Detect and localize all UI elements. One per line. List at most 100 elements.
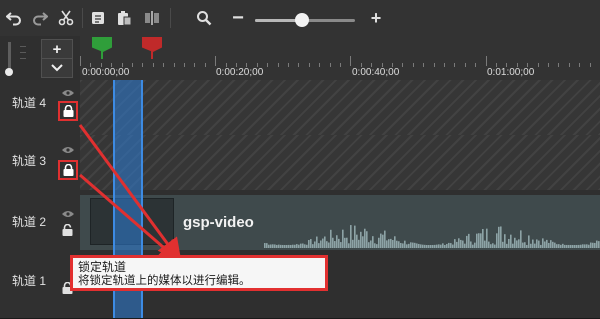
ruler-label: 0:01:00;00 xyxy=(487,67,535,78)
waveform-bar xyxy=(376,244,378,248)
waveform-bar xyxy=(520,230,522,248)
lock-icon xyxy=(63,164,74,176)
volume-slider[interactable] xyxy=(8,42,11,70)
waveform-bar xyxy=(320,240,322,248)
track-header-2[interactable]: 轨道 2 xyxy=(0,190,81,251)
waveform-bar xyxy=(546,239,548,248)
ruler-tick xyxy=(308,63,310,67)
cut-button[interactable] xyxy=(54,6,78,30)
waveform-bar xyxy=(556,244,558,248)
add-track-button[interactable]: + xyxy=(41,39,73,59)
ruler-tick xyxy=(319,63,321,67)
waveform-bar xyxy=(562,243,564,248)
track-header-3[interactable]: 轨道 3 xyxy=(0,135,81,191)
ruler-tick xyxy=(340,63,341,67)
scale-tick xyxy=(20,52,26,53)
ruler-tick xyxy=(412,63,414,67)
waveform-bar xyxy=(468,233,470,248)
ruler-tick xyxy=(142,63,144,67)
waveform-bar xyxy=(306,244,308,248)
eye-icon[interactable] xyxy=(62,146,74,154)
waveform-bar xyxy=(428,244,430,248)
waveform-bar xyxy=(484,240,486,248)
waveform-bar xyxy=(596,240,598,248)
track-header-4[interactable]: 轨道 4 xyxy=(0,80,81,136)
waveform-bar xyxy=(434,244,436,248)
ruler-tick xyxy=(579,63,581,67)
lock-track-button[interactable] xyxy=(58,160,78,180)
waveform-bar xyxy=(454,239,456,248)
zoom-out-button[interactable]: − xyxy=(226,6,250,30)
waveform-bar xyxy=(282,244,284,248)
ruler-tick xyxy=(558,63,560,67)
waveform-bar xyxy=(382,234,384,248)
waveform-bar xyxy=(400,242,402,248)
zoom-slider-thumb[interactable] xyxy=(295,13,309,27)
track-lane-4[interactable] xyxy=(80,80,600,136)
waveform-bar xyxy=(578,244,580,248)
track-name: 轨道 3 xyxy=(12,154,47,168)
waveform-bar xyxy=(542,238,544,248)
waveform-bar xyxy=(442,243,444,248)
ruler-tick xyxy=(204,63,206,67)
waveform-bar xyxy=(266,243,268,248)
ruler-tick xyxy=(173,63,175,67)
waveform-bar xyxy=(506,243,508,248)
waveform-bar xyxy=(444,244,446,248)
waveform-bar xyxy=(480,233,482,248)
waveform-bar xyxy=(590,242,592,248)
waveform-bar xyxy=(410,242,412,248)
waveform-bar xyxy=(416,243,418,248)
waveform-bar xyxy=(464,243,466,248)
waveform-bar xyxy=(510,234,512,248)
split-button[interactable] xyxy=(140,6,164,30)
waveform-bar xyxy=(544,241,546,248)
eye-icon[interactable] xyxy=(62,89,74,97)
waveform-bar xyxy=(300,243,302,248)
waveform-bar xyxy=(312,244,314,248)
waveform-bar xyxy=(350,225,352,248)
zoom-icon xyxy=(197,11,212,26)
ruler-tick xyxy=(568,63,570,67)
waveform-bar xyxy=(386,240,388,248)
undo-button[interactable] xyxy=(2,6,26,30)
volume-slider-thumb[interactable] xyxy=(5,68,13,76)
ruler-tick xyxy=(163,63,165,67)
lock-track-tooltip: 锁定轨道 将锁定轨道上的媒体以进行编辑。 xyxy=(70,255,328,291)
collapse-button[interactable] xyxy=(41,58,73,78)
waveform-bar xyxy=(502,241,504,248)
lock-track-button[interactable] xyxy=(58,101,78,121)
waveform-bar xyxy=(288,244,290,248)
eye-icon[interactable] xyxy=(62,210,74,218)
zoom-button[interactable] xyxy=(192,6,216,30)
copy-button[interactable] xyxy=(86,6,110,30)
split-icon xyxy=(145,11,159,25)
track-lane-3[interactable] xyxy=(80,135,600,191)
waveform-bar xyxy=(332,237,334,248)
waveform-bar xyxy=(394,236,396,248)
waveform-bar xyxy=(352,239,354,248)
track-name: 轨道 4 xyxy=(12,96,47,110)
waveform-bar xyxy=(420,244,422,248)
waveform-bar xyxy=(408,243,410,248)
waveform-bar xyxy=(398,241,400,248)
waveform-bar xyxy=(286,244,288,248)
waveform-bar xyxy=(268,244,270,248)
track-header-1[interactable]: 轨道 1 xyxy=(0,250,81,319)
zoom-in-button[interactable]: + xyxy=(364,6,388,30)
waveform-bar xyxy=(570,244,572,248)
redo-button[interactable] xyxy=(28,6,52,30)
waveform-bar xyxy=(334,241,336,248)
unlock-icon[interactable] xyxy=(62,224,73,236)
paste-button[interactable] xyxy=(112,6,136,30)
ruler-tick xyxy=(298,63,300,67)
waveform-bar xyxy=(448,242,450,248)
waveform-bar xyxy=(342,229,344,248)
waveform-bar xyxy=(504,234,506,248)
waveform-bar xyxy=(328,242,330,248)
track-name: 轨道 2 xyxy=(12,215,47,229)
waveform-bar xyxy=(554,242,556,248)
waveform-bar xyxy=(580,244,582,248)
waveform-bar xyxy=(524,242,526,248)
waveform-bar xyxy=(278,244,280,248)
